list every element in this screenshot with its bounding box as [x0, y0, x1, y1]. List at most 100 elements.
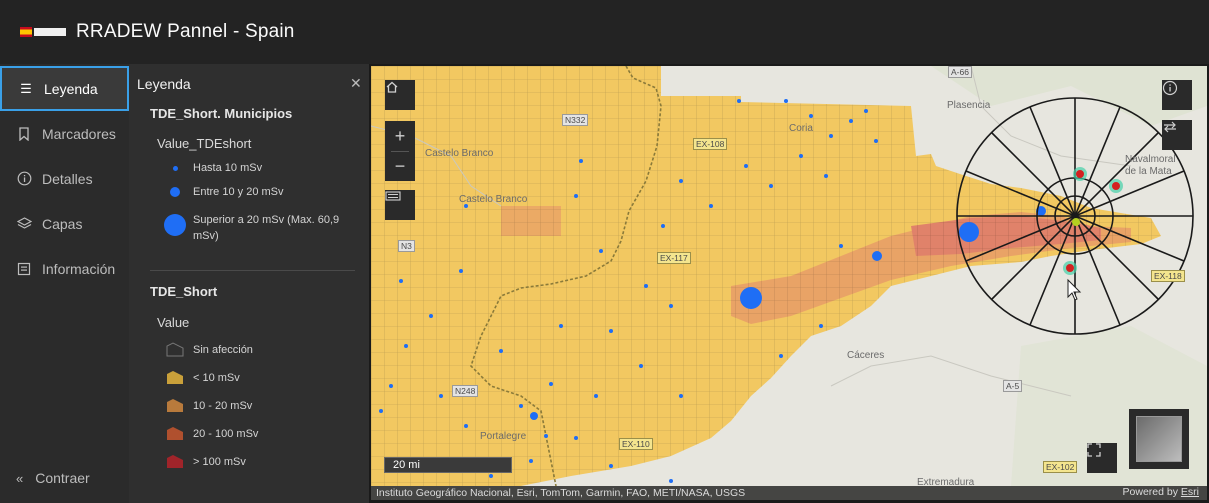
road-label: EX-102 — [1043, 461, 1078, 473]
scale-bar: 20 mi — [384, 457, 512, 473]
map-info-button[interactable] — [1162, 80, 1192, 110]
legend-item-label: 20 - 100 mSv — [193, 427, 259, 440]
point-small — [669, 479, 673, 483]
swap-arrows-icon — [1164, 121, 1176, 133]
action-details[interactable]: Detalles — [0, 156, 129, 201]
action-bar: ☰ Leyenda Marcadores Detalles Capas Info… — [0, 64, 129, 503]
point-small — [874, 139, 878, 143]
legend-item-label: Superior a 20 mSv (Max. 60,9 mSv) — [193, 214, 340, 242]
affected-area-mid — [501, 206, 561, 236]
field-title-tdeshort: Value_TDEshort — [157, 136, 252, 151]
swipe-compare-button[interactable] — [1162, 120, 1192, 150]
legend-item-label: 10 - 20 mSv — [193, 399, 253, 412]
legend-item-small-point: Hasta 10 mSv — [163, 162, 262, 174]
point-small — [709, 204, 713, 208]
station-marker — [1066, 264, 1074, 272]
layers-icon — [16, 216, 32, 232]
place-label: Portalegre — [480, 431, 527, 442]
legend-panel-title: Leyenda — [137, 76, 191, 92]
road-label: EX-108 — [693, 138, 728, 150]
point-small — [499, 349, 503, 353]
field-title-value: Value — [157, 315, 190, 330]
legend-item-label: Sin afección — [193, 343, 253, 356]
point-small — [559, 324, 563, 328]
road-label: N248 — [452, 385, 479, 397]
swatch-20-100 — [167, 427, 183, 440]
action-legend[interactable]: ☰ Leyenda — [0, 66, 129, 111]
small-point-symbol — [172, 165, 178, 171]
minus-icon: − — [394, 155, 406, 176]
point-small — [679, 179, 683, 183]
point-small — [404, 344, 408, 348]
action-information[interactable]: Información — [0, 246, 129, 291]
point-small — [389, 384, 393, 388]
place-label: Castelo Branco — [459, 194, 528, 205]
powered-by-prefix: Powered by — [1122, 486, 1181, 498]
zoom-in-button[interactable]: + — [385, 121, 415, 151]
swatch-gt100 — [167, 455, 183, 468]
home-button[interactable] — [385, 80, 415, 110]
action-layers-label: Capas — [42, 215, 83, 232]
road-label: A-5 — [1003, 380, 1023, 392]
attribution-text: Instituto Geográfico Nacional, Esri, Tom… — [376, 487, 746, 499]
point-small — [609, 464, 613, 468]
point-small — [399, 279, 403, 283]
list-icon: ☰ — [20, 80, 32, 96]
road-label: EX-110 — [619, 438, 653, 450]
zoom-control: + − — [385, 121, 415, 181]
point-medium — [872, 251, 882, 261]
station-marker — [1076, 170, 1084, 178]
legend-item-sin-afeccion: Sin afección — [163, 342, 253, 357]
action-bookmarks[interactable]: Marcadores — [0, 111, 129, 156]
action-layers[interactable]: Capas — [0, 201, 129, 246]
point-small — [599, 249, 603, 253]
app-header: RRADEW Pannel - Spain — [0, 0, 1209, 64]
collapse-button[interactable]: « Contraer — [0, 464, 129, 492]
place-label: Plasencia — [947, 100, 991, 111]
expand-icon — [1087, 443, 1101, 457]
point-small — [379, 409, 383, 413]
point-large — [740, 287, 762, 309]
legend-item-label: < 10 mSv — [193, 371, 240, 384]
legend-item-10-20: 10 - 20 mSv — [163, 398, 252, 413]
point-small — [809, 114, 813, 118]
point-small — [464, 424, 468, 428]
point-small — [839, 244, 843, 248]
app-title: RRADEW Pannel - Spain — [76, 21, 295, 42]
legend-item-label: Entre 10 y 20 mSv — [193, 186, 284, 198]
point-small — [784, 99, 788, 103]
plus-icon: + — [394, 125, 406, 146]
basemap-toggle[interactable] — [1129, 409, 1189, 469]
keyboard-button[interactable] — [385, 190, 415, 220]
legend-item-large-point: Superior a 20 mSv (Max. 60,9 mSv) — [163, 212, 345, 244]
point-small — [639, 364, 643, 368]
large-point-symbol — [164, 214, 186, 236]
map-view[interactable]: Plasencia Castelo Branco Castelo Branco … — [371, 66, 1207, 500]
point-small — [661, 224, 665, 228]
point-small — [574, 194, 578, 198]
point-small — [669, 304, 673, 308]
esri-link[interactable]: Esri — [1181, 486, 1199, 498]
point-small — [849, 119, 853, 123]
zoom-out-button[interactable]: − — [385, 151, 415, 181]
point-small — [574, 436, 578, 440]
legend-item-gt100: > 100 mSv — [163, 454, 246, 469]
close-icon[interactable]: ✕ — [350, 75, 362, 92]
swatch-none — [166, 342, 184, 357]
point-small — [489, 474, 493, 478]
point-small — [544, 434, 548, 438]
info-doc-icon — [16, 261, 32, 277]
fullscreen-button[interactable] — [1087, 443, 1117, 473]
info-icon — [16, 171, 32, 187]
layer-title-municipios: TDE_Short. Municipios — [150, 106, 293, 121]
action-legend-label: Leyenda — [44, 80, 98, 97]
point-small — [737, 99, 741, 103]
road-label: EX-117 — [657, 252, 691, 264]
point-small — [644, 284, 648, 288]
point-small — [744, 164, 748, 168]
place-label: Coria — [789, 123, 813, 134]
layer-title-tdeshort: TDE_Short — [150, 284, 218, 299]
point-large — [959, 222, 979, 242]
map-attribution: Instituto Geográfico Nacional, Esri, Tom… — [371, 486, 1207, 500]
point-small — [829, 134, 833, 138]
